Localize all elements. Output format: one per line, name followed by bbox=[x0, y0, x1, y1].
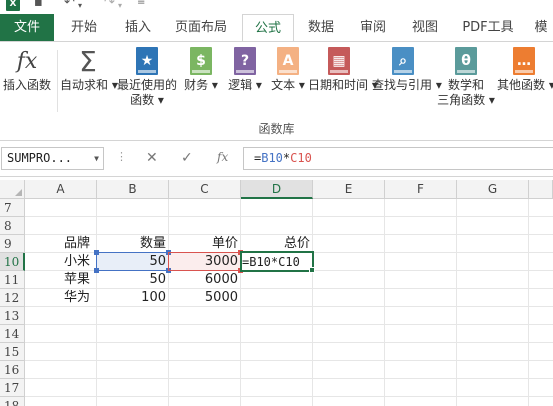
tab-more[interactable]: 模 bbox=[528, 14, 553, 41]
row-header-15[interactable]: 15 bbox=[0, 343, 25, 361]
cell-b10[interactable]: 50 bbox=[97, 253, 169, 271]
cell-d10-editing[interactable]: =B10*C10 bbox=[239, 253, 315, 271]
row-header-12[interactable]: 12 bbox=[0, 289, 25, 307]
row-header-7[interactable]: 7 bbox=[0, 199, 25, 217]
excel-logo-icon: X bbox=[6, 0, 20, 11]
calendar-book-icon: ▦ bbox=[326, 46, 352, 76]
chevron-down-icon[interactable]: ▼ bbox=[94, 148, 99, 169]
financial-button[interactable]: $ 财务 ▾ bbox=[180, 46, 222, 93]
math-trig-button[interactable]: θ 数学和 三角函数 ▾ bbox=[436, 46, 496, 108]
undo-dropdown-icon[interactable]: ▾ bbox=[78, 0, 82, 13]
star-book-icon: ★ bbox=[134, 46, 160, 76]
gridline bbox=[25, 378, 553, 379]
gridline bbox=[312, 199, 313, 406]
column-header-c[interactable]: C bbox=[169, 180, 241, 199]
cell-c12[interactable]: 5000 bbox=[169, 289, 241, 307]
gridline bbox=[25, 360, 553, 361]
save-icon[interactable]: ▪ bbox=[34, 0, 43, 10]
cell-a9[interactable]: 品牌 bbox=[61, 235, 101, 253]
logical-button[interactable]: ? 逻辑 ▾ bbox=[224, 46, 266, 93]
enter-icon[interactable]: ✓ bbox=[181, 150, 193, 166]
tab-file[interactable]: 文件 bbox=[0, 14, 54, 41]
lookup-reference-button[interactable]: ⌕ 查找与引用 ▾ bbox=[372, 46, 442, 93]
tab-data[interactable]: 数据 bbox=[298, 14, 344, 41]
tab-pdf-tools[interactable]: PDF工具 bbox=[456, 14, 520, 41]
tab-insert[interactable]: 插入 bbox=[114, 14, 162, 41]
column-header-d[interactable]: D bbox=[241, 180, 313, 199]
ribbon-formulas: fx 插入函数 Σ 自动求和 ▾ ★ 最近使用的 函数 ▾ $ 财务 ▾ ? 逻… bbox=[0, 41, 553, 141]
more-functions-book-icon: … bbox=[511, 46, 537, 76]
row-header-11[interactable]: 11 bbox=[0, 271, 25, 289]
row-header-18[interactable]: 18 bbox=[0, 397, 25, 406]
customize-toolbar-icon[interactable]: = bbox=[137, 0, 145, 10]
gridline bbox=[25, 342, 553, 343]
ribbon-separator bbox=[57, 50, 58, 112]
gridline bbox=[384, 199, 385, 406]
gridline bbox=[456, 199, 457, 406]
finance-book-icon: $ bbox=[188, 46, 214, 76]
row-header-10[interactable]: 10 bbox=[0, 253, 25, 271]
row-header-17[interactable]: 17 bbox=[0, 379, 25, 397]
cell-d9[interactable]: 总价 bbox=[241, 235, 313, 253]
row-header-14[interactable]: 14 bbox=[0, 325, 25, 343]
tab-page-layout[interactable]: 页面布局 bbox=[168, 14, 234, 41]
gridline bbox=[528, 199, 529, 406]
text-button[interactable]: A 文本 ▾ bbox=[268, 46, 308, 93]
gridline bbox=[25, 324, 553, 325]
insert-function-button[interactable]: fx 插入函数 bbox=[0, 46, 54, 93]
name-box[interactable]: SUMPRO... ▼ bbox=[1, 147, 104, 170]
function-icon: fx bbox=[16, 48, 38, 74]
tab-view[interactable]: 视图 bbox=[402, 14, 448, 41]
drag-handle-icon[interactable]: ⋮ bbox=[116, 150, 127, 163]
cell-b11[interactable]: 50 bbox=[97, 271, 169, 289]
formula-bar: SUMPRO... ▼ ⋮ ✕ ✓ fx =B10*C10 bbox=[0, 141, 553, 177]
column-header-b[interactable]: B bbox=[97, 180, 169, 199]
cell-b9[interactable]: 数量 bbox=[97, 235, 169, 253]
cell-b12[interactable]: 100 bbox=[97, 289, 169, 307]
column-header-h[interactable] bbox=[529, 180, 553, 199]
tab-review[interactable]: 审阅 bbox=[350, 14, 396, 41]
column-header-a[interactable]: A bbox=[25, 180, 97, 199]
row-header-9[interactable]: 9 bbox=[0, 235, 25, 253]
select-all-corner[interactable] bbox=[0, 180, 25, 199]
row-header-8[interactable]: 8 bbox=[0, 217, 25, 235]
undo-icon[interactable]: ↶ bbox=[64, 0, 75, 10]
autosum-button[interactable]: Σ 自动求和 ▾ bbox=[60, 44, 118, 93]
row-header-16[interactable]: 16 bbox=[0, 361, 25, 379]
logical-book-icon: ? bbox=[232, 46, 258, 76]
cell-c11[interactable]: 6000 bbox=[169, 271, 241, 289]
tab-formulas[interactable]: 公式 bbox=[242, 14, 294, 42]
tab-home[interactable]: 开始 bbox=[60, 14, 108, 41]
theta-book-icon: θ bbox=[453, 46, 479, 76]
lookup-book-icon: ⌕ bbox=[390, 46, 416, 76]
redo-dropdown-icon[interactable]: ▾ bbox=[118, 0, 122, 13]
cell-a10[interactable]: 小米 bbox=[61, 253, 101, 271]
insert-function-icon[interactable]: fx bbox=[217, 150, 228, 164]
sigma-icon: Σ bbox=[79, 44, 97, 78]
row-header-13[interactable]: 13 bbox=[0, 307, 25, 325]
redo-icon[interactable]: ↷ bbox=[104, 0, 115, 10]
recently-used-button[interactable]: ★ 最近使用的 函数 ▾ bbox=[116, 46, 178, 108]
group-label-function-library: 函数库 bbox=[258, 122, 295, 136]
date-time-button[interactable]: ▦ 日期和时间 ▾ bbox=[308, 46, 378, 93]
worksheet-grid: A B C D E F G 7 8 9 10 11 12 13 14 15 16… bbox=[0, 180, 553, 406]
cell-a11[interactable]: 苹果 bbox=[61, 271, 101, 289]
text-book-icon: A bbox=[275, 46, 301, 76]
gridline bbox=[25, 396, 553, 397]
column-header-g[interactable]: G bbox=[457, 180, 529, 199]
cell-c10[interactable]: 3000 bbox=[169, 253, 241, 271]
column-header-f[interactable]: F bbox=[385, 180, 457, 199]
formula-input[interactable]: =B10*C10 bbox=[243, 147, 553, 170]
cell-a12[interactable]: 华为 bbox=[61, 289, 101, 307]
more-functions-button[interactable]: … 其他函数 ▾ bbox=[497, 46, 553, 93]
cancel-icon[interactable]: ✕ bbox=[146, 150, 158, 166]
title-bar: X ▪ ↶ ▾ ↷ ▾ = bbox=[0, 0, 553, 14]
ribbon-tabs: 文件 开始 插入 页面布局 公式 数据 审阅 视图 PDF工具 模 bbox=[0, 14, 553, 42]
cell-c9[interactable]: 单价 bbox=[169, 235, 241, 253]
gridline bbox=[25, 216, 553, 217]
column-header-e[interactable]: E bbox=[313, 180, 385, 199]
